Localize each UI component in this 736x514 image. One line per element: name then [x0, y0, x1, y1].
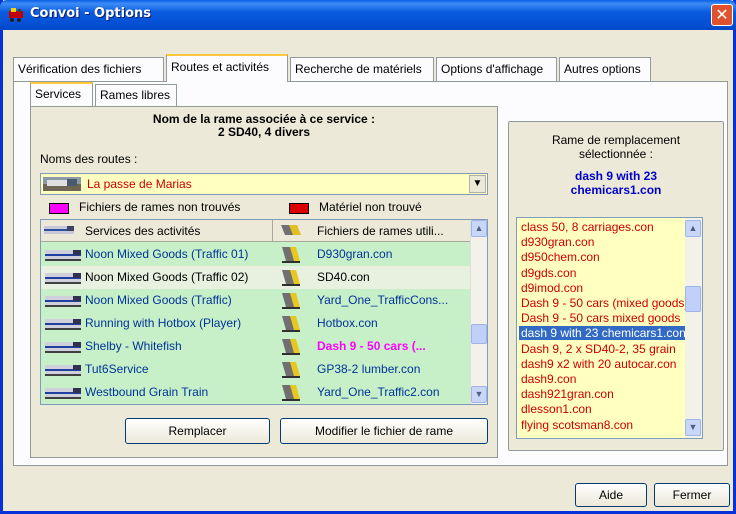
activity-name: Noon Mixed Goods (Traffic 02): [85, 270, 249, 284]
list-item[interactable]: d930gran.con: [519, 235, 685, 249]
table-row[interactable]: Noon Mixed Goods (Traffic 01) D930gran.co…: [41, 243, 471, 266]
tab-routes-activities[interactable]: Routes et activités: [166, 54, 288, 82]
subtab-services[interactable]: Services: [30, 82, 93, 106]
list-item[interactable]: Dash 9 - 50 cars mixed goods: [519, 311, 685, 325]
replacement-label-line1: Rame de remplacement: [551, 133, 681, 147]
replacement-label: Rame de remplacement sélectionnée :: [508, 133, 724, 161]
locomotive-icon: [9, 8, 23, 22]
list-item[interactable]: dash921gran.con: [519, 387, 685, 401]
window-title: Convoi - Options: [30, 6, 151, 21]
close-icon: ✕: [715, 5, 729, 24]
train-file-icon: [282, 362, 300, 378]
missing-material-swatch: [289, 203, 309, 214]
list-item[interactable]: dash 9 with 23 chemicars1.con: [519, 326, 685, 341]
train-file-icon: [281, 225, 301, 235]
scroll-down-icon[interactable]: ▼: [471, 386, 487, 403]
table-row[interactable]: Running with Hotbox (Player) Hotbox.con: [41, 312, 471, 335]
activity-name: Shelby - Whitefish: [85, 339, 182, 353]
scroll-thumb[interactable]: [471, 324, 487, 344]
tab-material-search[interactable]: Recherche de matériels: [290, 57, 434, 81]
locomotive-icon: [45, 388, 81, 399]
table-row[interactable]: Shelby - Whitefish Dash 9 - 50 cars (...: [41, 335, 471, 358]
consist-file: D930gran.con: [317, 247, 393, 261]
consist-file: Dash 9 - 50 cars (...: [317, 339, 426, 353]
title-bar[interactable]: Convoi - Options ✕: [0, 0, 736, 30]
list-item[interactable]: dlesson1.con: [519, 402, 685, 416]
column-header-activities-label: Services des activités: [85, 224, 201, 238]
list-item[interactable]: d9imod.con: [519, 281, 685, 295]
replacement-selected: dash 9 with 23 chemicars1.con: [508, 169, 724, 197]
help-button[interactable]: Aide: [575, 483, 647, 507]
locomotive-icon: [45, 296, 81, 307]
scroll-up-icon[interactable]: ▲: [471, 220, 487, 237]
modify-consist-button[interactable]: Modifier le fichier de rame: [280, 418, 488, 444]
column-header-activities[interactable]: Services des activités: [41, 220, 273, 242]
consist-heading-value: 2 SD40, 4 divers: [217, 125, 311, 139]
table-row[interactable]: Tut6Service GP38-2 lumber.con: [41, 358, 471, 381]
consist-heading: Nom de la rame associée à ce service : 2…: [30, 113, 498, 139]
replacement-label-line2: sélectionnée :: [578, 147, 654, 161]
route-select-value: La passe de Marias: [87, 177, 192, 191]
consist-file: SD40.con: [317, 270, 370, 284]
consist-file: Yard_One_Traffic2.con: [317, 385, 440, 399]
activity-name: Noon Mixed Goods (Traffic 01): [85, 247, 249, 261]
route-select[interactable]: La passe de Marias ▼: [40, 173, 488, 195]
list-item[interactable]: Dash 9, 2 x SD40-2, 35 grain: [519, 342, 685, 356]
legend-missing-files: Fichiers de rames non trouvés: [79, 200, 241, 214]
consist-file: GP38-2 lumber.con: [317, 362, 421, 376]
locomotive-icon: [45, 365, 81, 376]
subtab-free-trains[interactable]: Rames libres: [95, 84, 177, 106]
scroll-down-icon[interactable]: ▼: [685, 419, 701, 436]
tab-other-options[interactable]: Autres options: [559, 57, 651, 81]
legend-missing-material: Matériel non trouvé: [319, 200, 422, 214]
locomotive-icon: [45, 273, 81, 284]
list-item[interactable]: flying scotsman8.con: [519, 418, 685, 432]
list-item[interactable]: d9gds.con: [519, 266, 685, 280]
locomotive-icon: [45, 250, 81, 261]
chevron-down-icon[interactable]: ▼: [469, 175, 486, 193]
options-window: Convoi - Options ✕ Vérification des fich…: [0, 0, 736, 514]
activity-name: Tut6Service: [85, 362, 149, 376]
column-header-files-label: Fichiers de rames utili...: [317, 224, 444, 238]
table-row[interactable]: Noon Mixed Goods (Traffic) Yard_One_Traff…: [41, 289, 471, 312]
list-item[interactable]: d950chem.con: [519, 250, 685, 264]
locomotive-icon: [44, 226, 74, 234]
train-file-icon: [282, 316, 300, 332]
scroll-up-icon[interactable]: ▲: [685, 220, 701, 237]
replacement-scrollbar[interactable]: ▲ ▼: [685, 218, 702, 438]
activity-name: Westbound Grain Train: [85, 385, 209, 399]
train-file-icon: [282, 247, 300, 263]
close-button[interactable]: Fermer: [654, 483, 730, 507]
table-row[interactable]: Noon Mixed Goods (Traffic 02) SD40.con: [41, 266, 471, 289]
replace-button[interactable]: Remplacer: [125, 418, 270, 444]
train-file-icon: [282, 339, 300, 355]
list-item[interactable]: Dash 9 - 50 cars (mixed goods): [519, 296, 685, 310]
table-row[interactable]: Westbound Grain Train Yard_One_Traffic2.c…: [41, 381, 471, 404]
list-item[interactable]: dash9.con: [519, 372, 685, 386]
list-item[interactable]: dash9 x2 with 20 autocar.con: [519, 357, 685, 371]
train-file-icon: [282, 293, 300, 309]
replacement-selected-line1: dash 9 with 23: [574, 169, 658, 183]
list-item[interactable]: class 50, 8 carriages.con: [519, 220, 685, 234]
routes-label: Noms des routes :: [40, 152, 138, 166]
close-window-button[interactable]: ✕: [711, 4, 733, 26]
services-scrollbar[interactable]: ▲ ▼: [470, 220, 487, 404]
consist-file: Yard_One_TrafficCons...: [317, 293, 449, 307]
train-file-icon: [282, 385, 300, 401]
replacement-listbox[interactable]: class 50, 8 carriages.con d930gran.con d95…: [516, 217, 703, 439]
route-thumbnail-icon: [43, 177, 81, 191]
scroll-thumb[interactable]: [685, 286, 701, 312]
tab-display-options[interactable]: Options d'affichage: [436, 57, 557, 81]
train-file-icon: [282, 270, 300, 286]
locomotive-icon: [45, 319, 81, 330]
replacement-selected-line2: chemicars1.con: [570, 183, 662, 197]
column-header-files[interactable]: Fichiers de rames utili...: [273, 220, 471, 242]
consist-file: Hotbox.con: [317, 316, 378, 330]
activity-name: Running with Hotbox (Player): [85, 316, 242, 330]
tab-file-check[interactable]: Vérification des fichiers: [13, 57, 164, 81]
locomotive-icon: [45, 342, 81, 353]
services-listview[interactable]: Services des activités Fichiers de rames…: [40, 219, 488, 405]
activity-name: Noon Mixed Goods (Traffic): [85, 293, 232, 307]
missing-files-swatch: [49, 203, 69, 214]
